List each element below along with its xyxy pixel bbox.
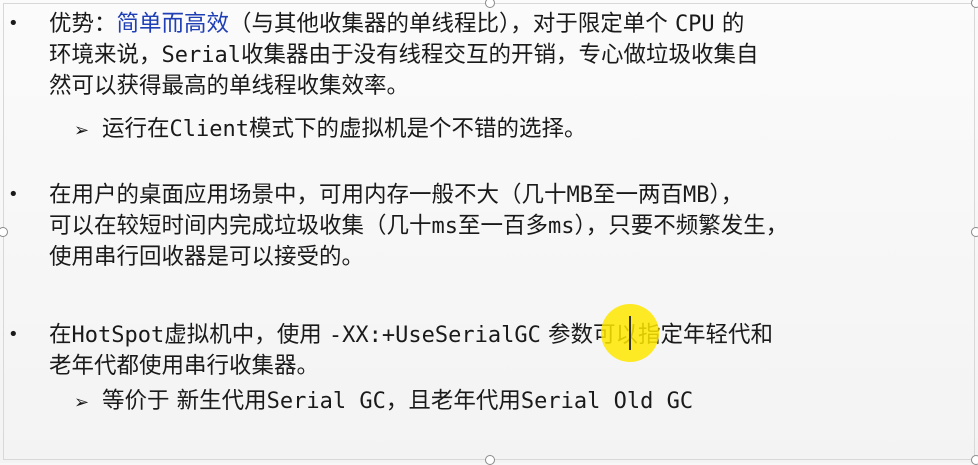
bullet-paragraph-2: 在用户的桌面应用场景中，可用内存一般不大（几十MB至一两百MB）， 可以在较短时… [49, 180, 788, 272]
text-caret [629, 316, 631, 350]
bullet-2-line-2: 可以在较短时间内完成垃圾收集（几十ms至一百多ms），只要不频繁发生， [49, 211, 788, 242]
bullet-1-line-1: 优势：简单而高效（与其他收集器的单线程比），对于限定单个 CPU 的 [49, 9, 759, 40]
bullet-marker: • [8, 184, 19, 205]
bullet-paragraph-3: 在HotSpot虚拟机中，使用 -XX:+UseSerialGC 参数可以指定年… [49, 320, 773, 381]
sub-point-1: ➢ 运行在Client模式下的虚拟机是个不错的选择。 [74, 114, 587, 146]
text-run: ，且老年代用 [385, 388, 521, 414]
code-term: CPU [674, 12, 715, 37]
code-term: Serial Old GC [520, 389, 694, 414]
arrow-bullet-icon: ➢ [74, 392, 90, 413]
highlighted-phrase: 简单而高效 [116, 11, 230, 37]
text-run: 在用户的桌面应用场景中，可用内存一般不大（几十 [49, 182, 567, 208]
bullet-paragraph-1: 优势：简单而高效（与其他收集器的单线程比），对于限定单个 CPU 的 环境来说，… [49, 9, 759, 101]
slide-canvas: • 优势：简单而高效（与其他收集器的单线程比），对于限定单个 CPU 的 环境来… [0, 0, 978, 465]
arrow-bullet-icon: ➢ [74, 120, 90, 141]
text-run: 环境来说， [49, 42, 162, 68]
slide-text-box[interactable]: • 优势：简单而高效（与其他收集器的单线程比），对于限定单个 CPU 的 环境来… [0, 0, 978, 463]
text-run: 运行在 [102, 116, 170, 142]
code-term: Serial GC [266, 389, 386, 414]
bullet-1-line-2: 环境来说，Serial收集器由于没有线程交互的开销，专心做垃圾收集自 [49, 40, 759, 71]
text-run: 至一百多 [458, 213, 549, 239]
text-run: 收集器由于没有线程交互的开销，专心做垃圾收集自 [241, 42, 759, 68]
code-term: Client [169, 117, 249, 142]
advantage-label: 优势： [49, 11, 117, 37]
code-term: MB [566, 183, 594, 208]
text-run: ），只要不频繁发生， [574, 213, 789, 239]
text-run: （与其他收集器的单线程比），对于限定单个 [229, 11, 675, 37]
text-run: 等价于 新生代用 [102, 388, 267, 414]
bullet-2-line-1: 在用户的桌面应用场景中，可用内存一般不大（几十MB至一两百MB）， [49, 180, 788, 211]
code-term: Serial [161, 43, 241, 68]
code-term: ms [548, 214, 575, 239]
bullet-2-line-3: 使用串行回收器是可以接受的。 [49, 244, 365, 270]
text-run: 虚拟机中，使用 [164, 322, 329, 348]
bullet-1-line-3: 然可以获得最高的单线程收集效率。 [49, 73, 410, 99]
text-run: 可以在较短时间内完成垃圾收集（几十 [49, 213, 432, 239]
bullet-3-line-1: 在HotSpot虚拟机中，使用 -XX:+UseSerialGC 参数可以指定年… [49, 320, 773, 351]
code-term: ms [431, 214, 459, 239]
text-run: 至一两百 [593, 182, 684, 208]
text-run: 的 [714, 11, 745, 37]
text-run: ）， [709, 182, 744, 208]
text-run: 模式下的虚拟机是个不错的选择。 [249, 116, 587, 142]
bullet-marker: • [8, 13, 19, 34]
bullet-marker: • [8, 324, 19, 345]
jvm-flag: -XX:+UseSerialGC [328, 323, 541, 348]
code-term: HotSpot [71, 323, 165, 348]
bullet-3-line-2: 老年代都使用串行收集器。 [49, 353, 320, 379]
text-run: 在 [49, 322, 72, 348]
sub-point-3: ➢ 等价于 新生代用Serial GC，且老年代用Serial Old GC [74, 386, 693, 418]
code-term: MB [683, 183, 710, 208]
